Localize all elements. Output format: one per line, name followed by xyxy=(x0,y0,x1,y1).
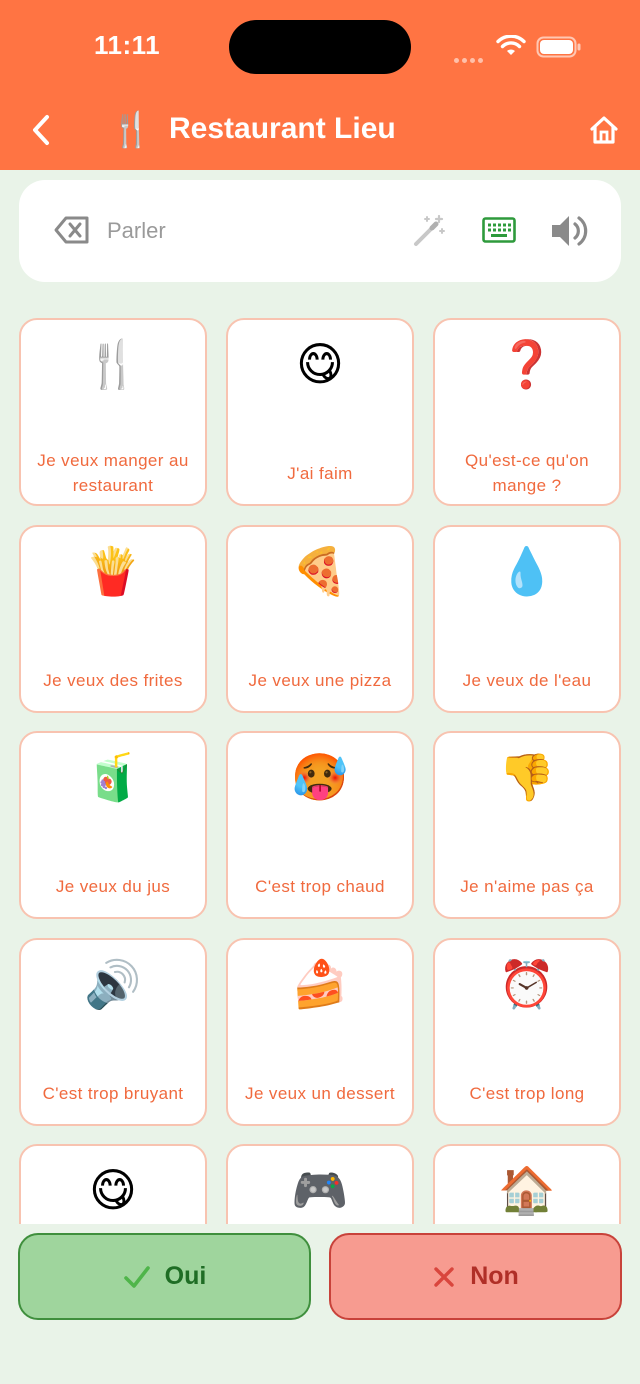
phrase-card[interactable]: 😋 J'ai faim xyxy=(226,318,414,506)
card-label: Je veux un dessert xyxy=(245,1083,395,1103)
checkmark-icon xyxy=(123,1265,150,1288)
status-time: 11:11 xyxy=(94,30,161,60)
phrase-card[interactable]: 🍕 Je veux une pizza xyxy=(226,525,414,713)
signal-icon xyxy=(454,48,486,67)
card-emoji-icon: 😋 xyxy=(296,337,344,391)
page-title: Restaurant Lieu xyxy=(169,112,396,145)
phrase-card[interactable]: 🧃 Je veux du jus xyxy=(19,731,207,919)
card-emoji-icon: 🏠 xyxy=(498,1163,556,1217)
card-label: Je veux du jus xyxy=(55,876,171,896)
card-label: C'est trop bruyant xyxy=(42,1083,184,1103)
phrase-grid: 🍴 Je veux manger au restaurant 😋 J'ai faim ❓… xyxy=(0,318,640,1224)
phrase-card[interactable]: 🎮 xyxy=(226,1144,414,1224)
card-emoji-icon: ❓ xyxy=(498,337,556,391)
yes-label: Oui xyxy=(164,1262,207,1290)
magic-wand-icon[interactable] xyxy=(411,212,447,248)
home-icon[interactable] xyxy=(588,114,620,146)
phrase-card[interactable]: 🔊 C'est trop bruyant xyxy=(19,938,207,1126)
card-emoji-icon: 🍰 xyxy=(291,957,349,1011)
card-label: Je veux une pizza xyxy=(248,670,392,690)
card-emoji-icon: 🍴 xyxy=(84,337,142,391)
phrase-card[interactable]: 🏠 xyxy=(433,1144,621,1224)
phrase-card[interactable]: 🍴 Je veux manger au restaurant xyxy=(19,318,207,506)
card-label: Je veux de l'eau xyxy=(462,670,592,690)
phrase-card[interactable]: 💧 Je veux de l'eau xyxy=(433,525,621,713)
card-label: Je veux des frites xyxy=(43,670,183,690)
card-label: Qu'est-ce qu'on mange ? xyxy=(464,451,589,495)
phrase-card[interactable]: 🍟 Je veux des frites xyxy=(19,525,207,713)
phrase-card[interactable]: 🍰 Je veux un dessert xyxy=(226,938,414,1126)
card-emoji-icon: 🍟 xyxy=(84,544,142,598)
card-emoji-icon: 👎 xyxy=(498,750,556,804)
card-emoji-icon: 🧃 xyxy=(84,750,142,804)
backspace-icon[interactable] xyxy=(54,215,90,245)
phrase-card[interactable]: ⏰ C'est trop long xyxy=(433,938,621,1126)
no-button[interactable]: Non xyxy=(329,1233,622,1320)
card-emoji-icon: 🎮 xyxy=(291,1163,349,1217)
speaker-icon[interactable] xyxy=(549,212,589,250)
battery-icon xyxy=(536,36,581,58)
card-label: C'est trop long xyxy=(469,1083,585,1103)
header-bar: 11:11 🍴 Restaurant Lieu xyxy=(0,0,640,170)
card-emoji-icon: 😋 xyxy=(89,1163,137,1217)
card-emoji-icon: ⏰ xyxy=(498,957,556,1011)
speak-bar: Parler xyxy=(19,180,621,282)
keyboard-icon[interactable] xyxy=(482,217,516,243)
card-label: Je n'aime pas ça xyxy=(460,876,594,896)
card-label: Je veux manger au restaurant xyxy=(37,451,189,495)
wifi-icon xyxy=(496,35,526,55)
phrase-card[interactable]: 🥵 C'est trop chaud xyxy=(226,731,414,919)
speak-placeholder[interactable]: Parler xyxy=(107,218,166,244)
card-emoji-icon: 🍕 xyxy=(291,544,349,598)
yes-button[interactable]: Oui xyxy=(18,1233,311,1320)
back-chevron-icon[interactable] xyxy=(30,114,52,146)
card-emoji-icon: 🥵 xyxy=(291,750,349,804)
app-screen: 11:11 🍴 Restaurant Lieu Parler 🍴 Je veux… xyxy=(0,0,640,1384)
phrase-card[interactable]: ❓ Qu'est-ce qu'on mange ? xyxy=(433,318,621,506)
fork-knife-icon: 🍴 xyxy=(110,110,153,150)
card-emoji-icon: 🔊 xyxy=(84,957,142,1011)
dynamic-island xyxy=(229,20,411,74)
phrase-card[interactable]: 👎 Je n'aime pas ça xyxy=(433,731,621,919)
card-label: J'ai faim xyxy=(287,463,353,483)
card-label: C'est trop chaud xyxy=(255,876,385,896)
no-label: Non xyxy=(470,1262,519,1290)
phrase-card[interactable]: 😋 xyxy=(19,1144,207,1224)
close-icon xyxy=(434,1266,454,1287)
card-emoji-icon: 💧 xyxy=(498,544,556,598)
